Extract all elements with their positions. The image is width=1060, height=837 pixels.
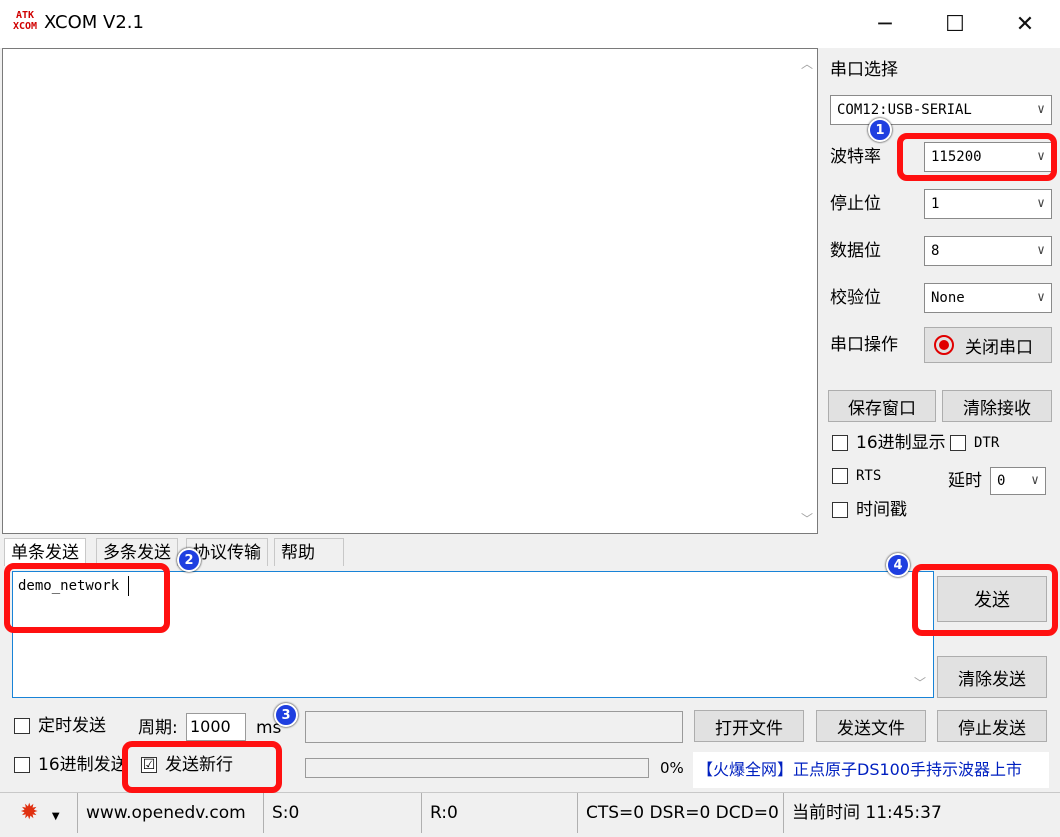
- hex-display-label: 16进制显示: [856, 433, 946, 453]
- annotation-box-2: [4, 563, 170, 633]
- receive-textarea[interactable]: ︿ ﹀: [2, 48, 818, 534]
- settings-menu[interactable]: ✹ ▼: [0, 793, 78, 833]
- delay-select[interactable]: 0 ∨: [990, 467, 1046, 495]
- chevron-down-icon: ∨: [1037, 243, 1045, 258]
- status-led-icon: [933, 334, 955, 356]
- received-count: R:0: [422, 793, 578, 833]
- current-time: 当前时间 11:45:37: [792, 803, 942, 823]
- close-icon: ✕: [1015, 11, 1035, 37]
- chevron-down-icon: ∨: [1031, 473, 1039, 488]
- annotation-badge-2: 2: [177, 548, 201, 572]
- hex-send-checkbox[interactable]: [14, 757, 30, 773]
- chevron-down-icon: ∨: [1037, 102, 1045, 117]
- scroll-down-icon: ﹀: [914, 676, 927, 690]
- tab-help[interactable]: 帮助: [274, 538, 344, 566]
- save-window-button[interactable]: 保存窗口: [828, 390, 936, 422]
- scroll-up-icon: ︿: [801, 57, 814, 71]
- send-progress-bar: [305, 758, 649, 778]
- rts-checkbox[interactable]: [832, 468, 848, 484]
- port-select[interactable]: COM12:USB-SERIAL ∨: [830, 95, 1052, 125]
- tab-single-send[interactable]: 单条发送: [4, 538, 86, 566]
- progress-percent: 0%: [660, 759, 684, 777]
- timed-send-checkbox[interactable]: [14, 718, 30, 734]
- dtr-label: DTR: [974, 435, 1000, 451]
- close-port-button[interactable]: 关闭串口: [924, 327, 1052, 363]
- maximize-icon: ☐: [945, 11, 965, 37]
- annotation-badge-3: 3: [274, 703, 298, 727]
- sent-count: S:0: [264, 793, 422, 833]
- file-path-field[interactable]: [305, 711, 683, 743]
- period-label: 周期:: [138, 718, 178, 738]
- send-file-button[interactable]: 发送文件: [816, 710, 926, 742]
- ad-banner[interactable]: 【火爆全网】正点原子DS100手持示波器上市: [693, 752, 1049, 788]
- hex-send-label: 16进制发送: [38, 755, 128, 775]
- minimize-icon: ─: [878, 11, 892, 37]
- title-bar: ATK XCOM XCOM V2.1 ─ ☐ ✕: [0, 0, 1060, 48]
- open-file-button[interactable]: 打开文件: [694, 710, 804, 742]
- dtr-checkbox[interactable]: [950, 435, 966, 451]
- annotation-box-4: [912, 564, 1058, 636]
- hex-display-checkbox[interactable]: [832, 435, 848, 451]
- receive-scrollbar[interactable]: ︿ ﹀: [797, 49, 817, 533]
- baud-label: 波特率: [830, 147, 881, 167]
- timed-send-label: 定时发送: [38, 716, 106, 736]
- clear-receive-button[interactable]: 清除接收: [942, 390, 1052, 422]
- gear-icon: ✹: [20, 800, 39, 825]
- timestamp-label: 时间戳: [856, 500, 907, 520]
- minimize-button[interactable]: ─: [850, 0, 920, 48]
- port-select-label: 串口选择: [830, 60, 898, 80]
- line-status: CTS=0 DSR=0 DCD=0: [578, 793, 784, 833]
- scroll-down-icon: ﹀: [801, 512, 814, 526]
- parity-select[interactable]: None ∨: [924, 283, 1052, 313]
- xcom-logo: ATK XCOM: [12, 10, 38, 32]
- port-operation-label: 串口操作: [830, 335, 898, 355]
- dropdown-arrow-icon: ▼: [51, 811, 60, 822]
- tab-multi-send[interactable]: 多条发送: [96, 538, 178, 566]
- period-input[interactable]: 1000: [186, 713, 246, 741]
- chevron-down-icon: ∨: [1037, 196, 1045, 211]
- close-button[interactable]: ✕: [990, 0, 1060, 48]
- stop-bits-select[interactable]: 1 ∨: [924, 189, 1052, 219]
- window-title: XCOM V2.1: [44, 12, 144, 33]
- annotation-box-1: [897, 133, 1057, 181]
- website-link[interactable]: www.openedv.com: [78, 793, 264, 833]
- stop-send-button[interactable]: 停止发送: [937, 710, 1047, 742]
- data-bits-select[interactable]: 8 ∨: [924, 236, 1052, 266]
- data-bits-label: 数据位: [830, 241, 881, 261]
- delay-label: 延时: [948, 471, 982, 491]
- status-bar: ✹ ▼ www.openedv.com S:0 R:0 CTS=0 DSR=0 …: [0, 792, 1060, 833]
- ad-link[interactable]: 【火爆全网】正点原子DS100手持示波器上市: [697, 758, 1022, 782]
- parity-label: 校验位: [830, 288, 881, 308]
- stop-bits-label: 停止位: [830, 194, 881, 214]
- rts-label: RTS: [856, 468, 882, 484]
- annotation-box-3: [122, 741, 282, 793]
- clear-send-button[interactable]: 清除发送: [937, 656, 1047, 698]
- maximize-button[interactable]: ☐: [920, 0, 990, 48]
- chevron-down-icon: ∨: [1037, 290, 1045, 305]
- timestamp-checkbox[interactable]: [832, 502, 848, 518]
- annotation-badge-1: 1: [868, 118, 892, 142]
- annotation-badge-4: 4: [886, 553, 910, 577]
